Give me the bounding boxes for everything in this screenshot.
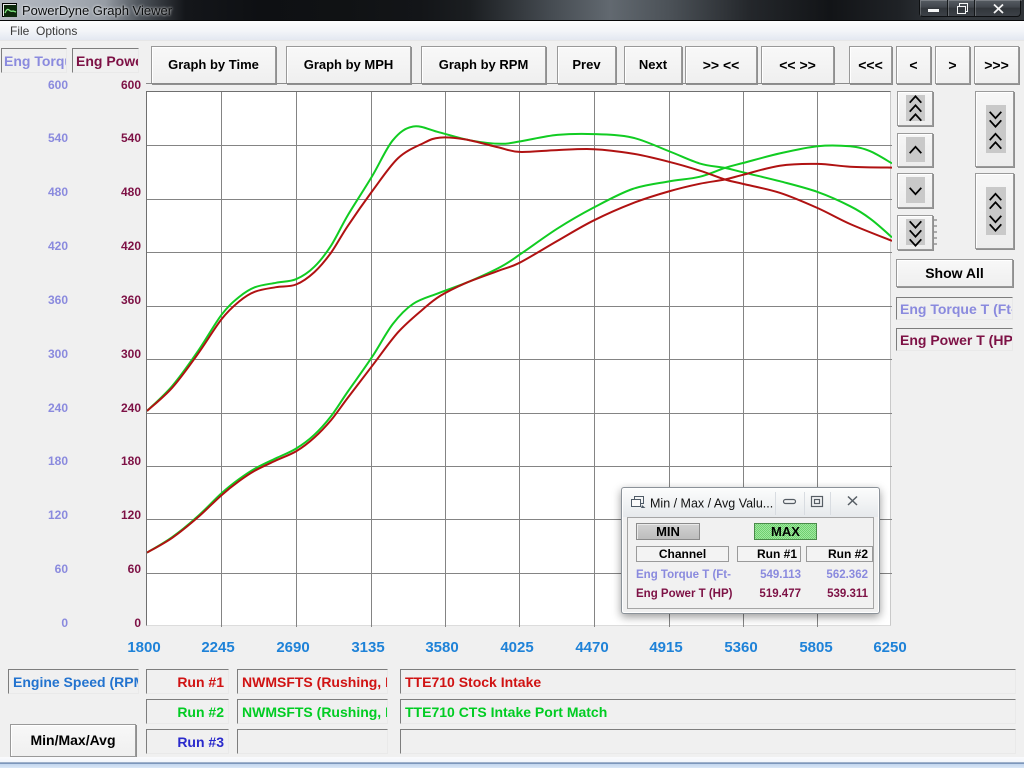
svg-text:Min / Max / Avg Valu...: Min / Max / Avg Valu... — [650, 497, 773, 511]
